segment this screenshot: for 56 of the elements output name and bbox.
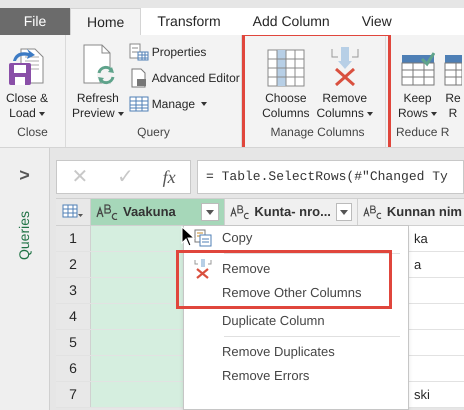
row-number: 1 xyxy=(56,226,91,251)
filter-dropdown[interactable] xyxy=(336,203,352,221)
ribbon-button[interactable]: Advanced Editor xyxy=(128,67,240,89)
row-number: 7 xyxy=(56,382,91,407)
properties-icon xyxy=(128,43,149,61)
ribbon-tab[interactable]: Add Column xyxy=(236,8,346,35)
row-number: 6 xyxy=(56,356,91,381)
ribbon-button[interactable]: Re R xyxy=(441,41,464,123)
remove-column-icon xyxy=(330,47,360,87)
ribbon-button[interactable]: Keep Rows xyxy=(395,41,440,123)
table-cell-text: ka xyxy=(414,230,428,248)
ribbon-button[interactable]: Refresh Preview xyxy=(69,41,127,123)
group-label: Manage Columns xyxy=(269,124,366,141)
ribbon-button[interactable]: Close & Load xyxy=(3,41,52,123)
checked-table-icon xyxy=(400,51,434,87)
columns-grid-icon xyxy=(266,49,305,87)
function-label[interactable]: fx xyxy=(162,164,176,190)
copy-icon xyxy=(194,229,212,247)
ribbon-button[interactable]: Manage xyxy=(128,93,240,115)
column-header[interactable]: Kunta- nro... xyxy=(225,199,358,225)
row-number: 5 xyxy=(56,330,91,355)
caret-icon xyxy=(206,210,214,214)
group-label: Reduce R xyxy=(395,124,450,141)
queries-label[interactable]: Queries xyxy=(14,210,35,260)
text-type-icon xyxy=(363,204,382,220)
row-number: 2 xyxy=(56,252,91,277)
filter-dropdown[interactable] xyxy=(201,203,219,221)
menu-item[interactable]: Remove Other Columns xyxy=(184,281,366,305)
ribbon-tab[interactable]: Transform xyxy=(141,8,237,35)
menu-item[interactable]: Remove xyxy=(184,257,274,281)
table-cell-text: a xyxy=(414,256,422,274)
group-label: Close xyxy=(16,124,49,141)
file-tab[interactable]: File xyxy=(0,8,70,35)
document-icon xyxy=(128,68,149,88)
table-menu-icon xyxy=(62,204,84,220)
menu-item[interactable]: Remove Duplicates xyxy=(184,340,339,364)
column-header[interactable]: Kunnan nim xyxy=(358,199,464,225)
remove-column-icon xyxy=(194,259,212,279)
column-header[interactable]: Vaakuna xyxy=(91,199,225,225)
text-type-icon xyxy=(96,204,118,220)
group-label: Query xyxy=(136,124,171,141)
row-number: 3 xyxy=(56,278,91,303)
formula-field[interactable]: = Table.SelectRows(#"Changed Ty xyxy=(197,160,464,194)
ribbon-tab[interactable]: View xyxy=(346,8,408,35)
ribbon-button[interactable]: Properties xyxy=(128,41,240,63)
table-cell-text: ski xyxy=(414,386,430,404)
text-type-icon xyxy=(230,204,250,220)
ribbon-button[interactable]: Remove Columns xyxy=(314,41,376,123)
table-icon xyxy=(128,95,149,113)
menu-item[interactable]: Duplicate Column xyxy=(184,309,329,333)
expand-toggle[interactable]: > xyxy=(19,162,30,189)
ribbon-tab[interactable]: Home xyxy=(70,8,142,35)
menu-item[interactable]: Remove Errors xyxy=(184,364,314,388)
caret-icon xyxy=(340,210,348,214)
row-number: 4 xyxy=(56,304,91,329)
ribbon-button[interactable]: Choose Columns xyxy=(259,41,312,123)
